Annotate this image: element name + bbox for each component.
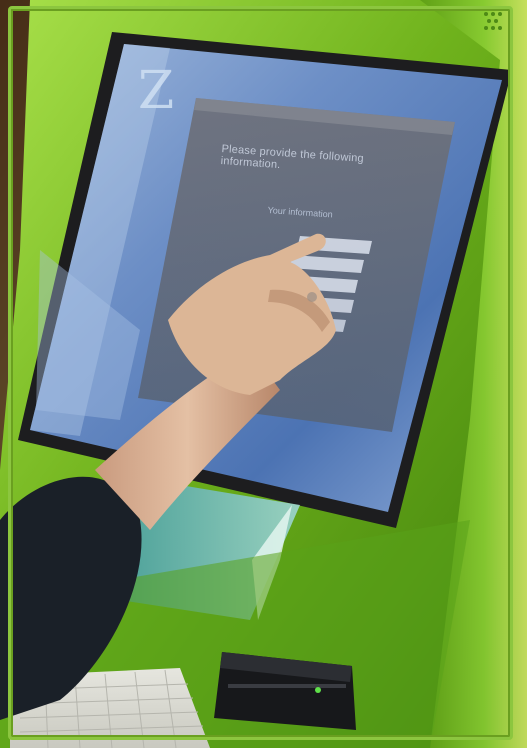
kiosk-photo: Z Please provide the following informati… [0,0,527,748]
photo-frame [8,6,513,740]
